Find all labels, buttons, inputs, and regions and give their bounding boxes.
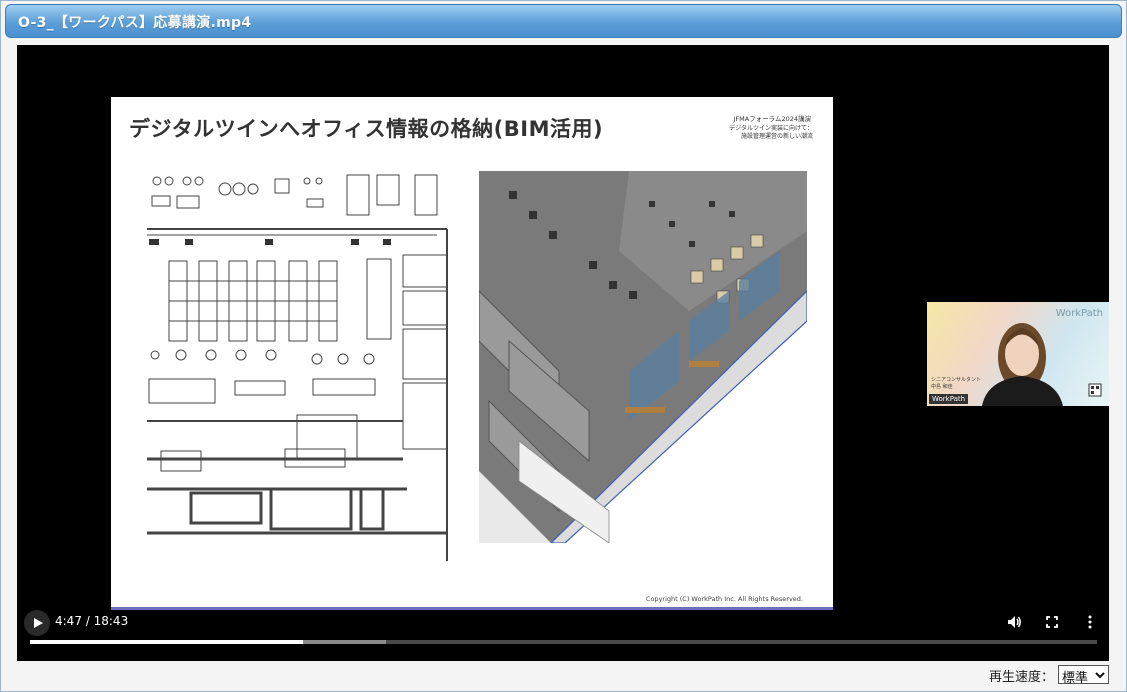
title-bar: O-3_【ワークパス】応募講演.mp4 [5, 4, 1122, 38]
playback-speed-label: 再生速度： [989, 670, 1055, 685]
volume-icon[interactable] [1005, 613, 1023, 631]
presentation-slide: デジタルツインへオフィス情報の格納(BIM活用) JFMAフォーラム2024講演… [111, 97, 833, 610]
bim-3d-image [479, 171, 807, 543]
time-display: 4:47 / 18:43 [55, 614, 129, 628]
speaker-webcam-overlay: WorkPath シニアコンサルタント 中島 和佳 WorkPath [927, 302, 1109, 406]
slide-subtitle-line-1: デジタルツイン実装に向けて： [729, 125, 813, 132]
slide-bottom-rule [111, 607, 833, 610]
speaker-role: シニアコンサルタント [931, 377, 982, 383]
playback-speed-select[interactable]: 標準 [1058, 665, 1109, 686]
fullscreen-icon[interactable] [1043, 613, 1061, 631]
video-player[interactable]: デジタルツインへオフィス情報の格納(BIM活用) JFMAフォーラム2024講演… [17, 45, 1109, 661]
play-icon [34, 618, 43, 628]
slide-title: デジタルツインへオフィス情報の格納(BIM活用) [129, 117, 604, 141]
chevron-down-icon [1095, 672, 1105, 679]
slide-subtitle-line-2: 施設管理運営の新しい潮流 [740, 133, 813, 140]
webcam-brand-tag: WorkPath [929, 394, 969, 404]
speaker-name: 中島 和佳 [931, 384, 953, 390]
slide-event-label: JFMAフォーラム2024講演 [733, 115, 811, 123]
playback-speed-value: 標準 [1062, 671, 1089, 686]
speaker-name-card: シニアコンサルタント 中島 和佳 [931, 377, 981, 391]
played-range [30, 640, 303, 644]
app-window: O-3_【ワークパス】応募講演.mp4 デジタルツインへオフィス情報の格納(BI… [0, 0, 1127, 692]
slide-subtitle: デジタルツイン実装に向けて： 施設管理運営の新しい潮流 [703, 125, 813, 141]
seek-bar[interactable] [30, 640, 1097, 644]
play-button[interactable] [24, 610, 50, 636]
slide-copyright: Copyright (C) WorkPath Inc. All Rights R… [645, 595, 803, 603]
window-title: O-3_【ワークパス】応募講演.mp4 [18, 15, 252, 31]
more-vert-icon[interactable] [1081, 613, 1099, 631]
floor-plan-image [147, 171, 457, 561]
